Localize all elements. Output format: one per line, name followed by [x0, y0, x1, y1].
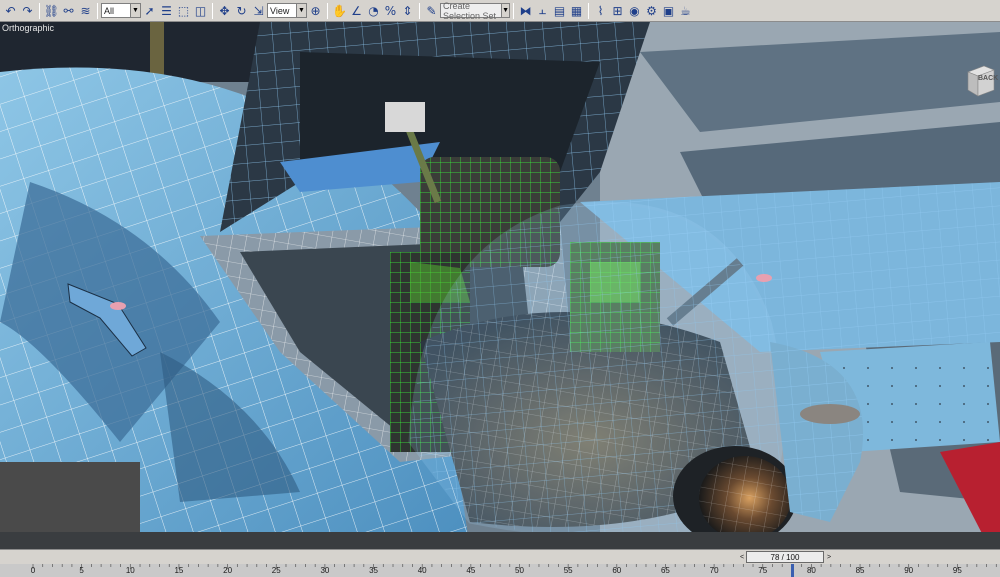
align-icon[interactable]: ⫠ [534, 2, 551, 19]
percent-snap-icon[interactable]: % [382, 2, 399, 19]
toolbar-separator [588, 2, 589, 19]
track-tick-label: 15 [174, 566, 184, 575]
track-tick-label: 85 [855, 566, 865, 575]
track-tick-label: 60 [612, 566, 622, 575]
viewport-scene [0, 22, 1000, 549]
curve-editor-icon[interactable]: ⌇ [592, 2, 609, 19]
undo-icon[interactable]: ↶ [2, 2, 19, 19]
track-tick-label: 65 [660, 566, 670, 575]
track-bar-ticks [32, 564, 997, 569]
track-tick-label: 95 [952, 566, 962, 575]
track-tick-label: 20 [223, 566, 233, 575]
perspective-viewport[interactable]: Orthographic BACK [0, 22, 1000, 549]
track-tick-label: 10 [125, 566, 135, 575]
unlink-selection-icon[interactable]: ⚯ [60, 2, 77, 19]
material-editor-icon[interactable]: ◉ [626, 2, 643, 19]
track-tick-label: 35 [369, 566, 378, 575]
window-crossing-icon[interactable]: ◫ [192, 2, 209, 19]
render-production-icon[interactable]: ☕ [677, 2, 694, 19]
mirror-icon[interactable]: ⧓ [517, 2, 534, 19]
toolbar-separator [513, 2, 514, 19]
viewcube-face-label[interactable]: BACK [978, 75, 998, 82]
track-tick-label: 55 [563, 566, 573, 575]
track-tick-label: 30 [320, 566, 330, 575]
track-tick-label: 50 [515, 566, 524, 575]
3ds-max-window: ↶ ↷ ⛓ ⚯ ≋ All ▼ ➚ ☰ ⬚ ◫ ✥ ↻ ⇲ View ▼ ⊕ ✋… [0, 0, 1000, 577]
track-tick-label: 45 [466, 566, 476, 575]
reference-coordinate-value: View [270, 5, 290, 16]
toolbar-separator [97, 2, 98, 19]
select-by-name-icon[interactable]: ☰ [158, 2, 175, 19]
time-slider-thumb[interactable]: 78 / 100 [746, 551, 824, 563]
next-frame-button[interactable]: > [825, 551, 833, 563]
angle-snap-icon[interactable]: ◔ [365, 2, 382, 19]
chevron-down-icon: ▼ [501, 4, 509, 17]
edit-named-selection-icon[interactable]: ✎ [423, 2, 440, 19]
main-toolbar: ↶ ↷ ⛓ ⚯ ≋ All ▼ ➚ ☰ ⬚ ◫ ✥ ↻ ⇲ View ▼ ⊕ ✋… [0, 0, 1000, 22]
track-bar[interactable]: 0 5 10 15 20 25 30 35 40 45 50 55 60 65 70 75 80 85 90 95 [0, 564, 1000, 577]
track-tick-label: 25 [271, 566, 281, 575]
rectangular-selection-icon[interactable]: ⬚ [175, 2, 192, 19]
previous-frame-button[interactable]: < [738, 551, 746, 563]
schematic-view-icon[interactable]: ⊞ [609, 2, 626, 19]
named-selection-set-placeholder: Create Selection Set [443, 0, 497, 21]
select-and-scale-icon[interactable]: ⇲ [250, 2, 267, 19]
snaps-toggle-icon[interactable]: ∠ [348, 2, 365, 19]
layer-manager-icon[interactable]: ▤ [551, 2, 568, 19]
track-tick-label: 0 [30, 566, 36, 575]
render-setup-icon[interactable]: ⚙ [643, 2, 660, 19]
select-and-rotate-icon[interactable]: ↻ [233, 2, 250, 19]
spinner-snap-icon[interactable]: ⇕ [399, 2, 416, 19]
toolbar-separator [419, 2, 420, 19]
named-selection-set-dropdown[interactable]: Create Selection Set ▼ [440, 0, 510, 21]
current-frame-marker[interactable] [790, 564, 794, 577]
track-tick-label: 80 [806, 566, 816, 575]
toolbar-separator [212, 2, 213, 19]
selection-filter-value: All [104, 5, 115, 16]
track-tick-label: 40 [417, 566, 427, 575]
track-tick-label: 5 [79, 566, 84, 575]
chevron-down-icon: ▼ [130, 4, 140, 17]
select-object-icon[interactable]: ➚ [141, 2, 158, 19]
use-pivot-center-icon[interactable]: ⊕ [307, 2, 324, 19]
redo-icon[interactable]: ↷ [19, 2, 36, 19]
track-tick-label: 70 [709, 566, 719, 575]
viewport-label[interactable]: Orthographic [2, 23, 54, 33]
select-and-manipulate-icon[interactable]: ✋ [331, 2, 348, 19]
toolbar-separator [327, 2, 328, 19]
rendered-frame-window-icon[interactable]: ▣ [660, 2, 677, 19]
selection-filter-dropdown[interactable]: All ▼ [101, 3, 141, 18]
select-and-move-icon[interactable]: ✥ [216, 2, 233, 19]
chevron-down-icon: ▼ [296, 4, 306, 17]
track-tick-label: 75 [758, 566, 768, 575]
graphite-tools-icon[interactable]: ▦ [568, 2, 585, 19]
toolbar-separator [39, 2, 40, 19]
timeline-panel: < 78 / 100 > 0 5 10 15 20 25 30 35 40 45 50 55 60 65 7… [0, 549, 1000, 577]
track-tick-label: 90 [904, 566, 914, 575]
bind-to-space-warp-icon[interactable]: ≋ [77, 2, 94, 19]
reference-coordinate-dropdown[interactable]: View ▼ [267, 3, 307, 18]
select-and-link-icon[interactable]: ⛓ [43, 2, 60, 19]
